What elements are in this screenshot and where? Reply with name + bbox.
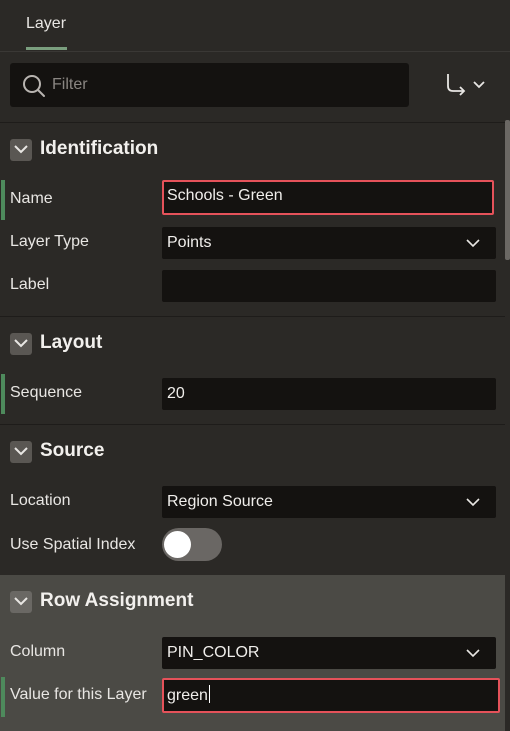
goto-button[interactable] — [440, 67, 492, 103]
section-title: Identification — [40, 138, 159, 159]
chevron-down-icon — [473, 81, 485, 89]
layer-type-value: Points — [167, 234, 212, 251]
location-label: Location — [10, 492, 71, 509]
sequence-value: 20 — [167, 385, 185, 402]
required-indicator — [1, 180, 5, 220]
section-title: Row Assignment — [40, 590, 194, 611]
column-label: Column — [10, 643, 66, 660]
value-for-layer-field[interactable]: green — [162, 678, 500, 713]
sequence-label: Sequence — [10, 384, 83, 401]
filter-bar — [0, 53, 510, 119]
scrollbar[interactable] — [505, 120, 510, 260]
location-value: Region Source — [167, 493, 273, 510]
section-title: Source — [40, 440, 105, 461]
filter-input[interactable] — [52, 63, 392, 107]
layer-type-select[interactable]: Points — [162, 227, 496, 259]
layer-type-label: Layer Type — [10, 233, 89, 250]
name-field[interactable]: Schools - Green — [162, 180, 494, 215]
text-cursor — [208, 685, 210, 703]
spatial-index-toggle[interactable] — [162, 528, 222, 561]
filter-box — [10, 63, 409, 107]
chevron-down-icon — [14, 447, 28, 456]
search-icon — [23, 75, 45, 97]
chevron-down-icon — [14, 339, 28, 348]
value-for-layer-label: Value for this Layer — [10, 686, 147, 703]
label-field[interactable] — [162, 270, 496, 302]
column-value: PIN_COLOR — [167, 644, 260, 661]
section-row-assignment-header[interactable]: Row Assignment — [0, 575, 505, 627]
chevron-down-icon — [14, 597, 28, 606]
section-title: Layout — [40, 332, 103, 353]
tab-layer[interactable]: Layer — [26, 15, 66, 33]
section-identification-header[interactable]: Identification — [0, 122, 505, 174]
active-tab-indicator — [26, 47, 67, 50]
section-source-header[interactable]: Source — [0, 424, 505, 476]
goto-arrow-icon — [447, 74, 466, 96]
collapse-toggle[interactable] — [10, 591, 32, 613]
spatial-index-label: Use Spatial Index — [10, 536, 136, 553]
chevron-down-icon — [14, 145, 28, 154]
location-select[interactable]: Region Source — [162, 486, 496, 518]
chevron-down-icon — [466, 239, 480, 248]
name-label: Name — [10, 190, 53, 207]
chevron-down-icon — [466, 649, 480, 658]
column-select[interactable]: PIN_COLOR — [162, 637, 496, 669]
collapse-toggle[interactable] — [10, 139, 32, 161]
label-label: Label — [10, 276, 50, 293]
value-for-layer-value: green — [167, 687, 208, 704]
collapse-toggle[interactable] — [10, 441, 32, 463]
tab-bar: Layer — [0, 0, 510, 52]
chevron-down-icon — [466, 498, 480, 507]
name-value: Schools - Green — [167, 187, 283, 204]
required-indicator — [1, 374, 5, 414]
toggle-knob — [164, 531, 191, 558]
required-indicator — [1, 677, 5, 717]
collapse-toggle[interactable] — [10, 333, 32, 355]
sequence-field[interactable]: 20 — [162, 378, 496, 410]
section-layout-header[interactable]: Layout — [0, 316, 505, 368]
